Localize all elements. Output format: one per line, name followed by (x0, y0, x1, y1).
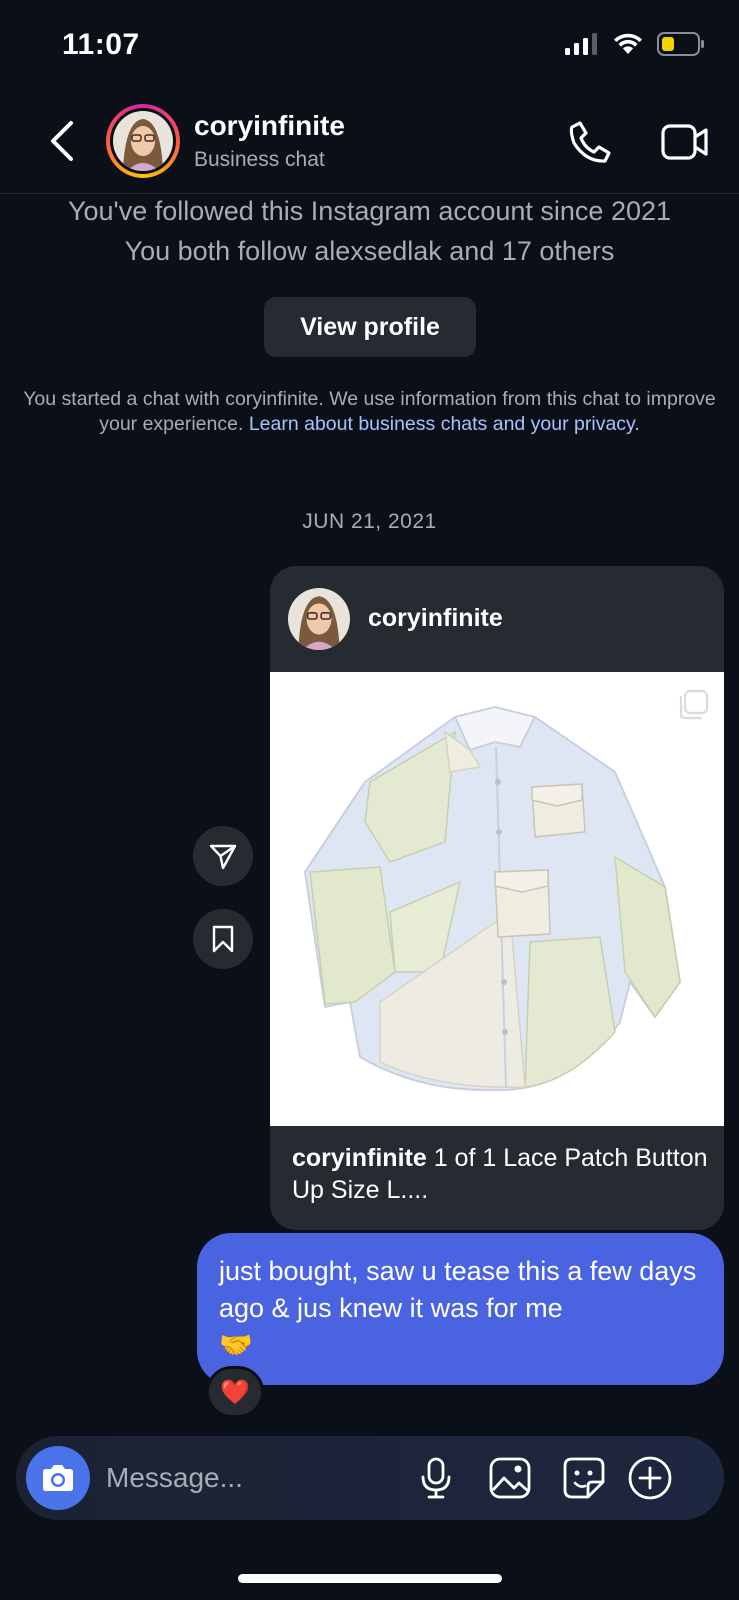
post-image[interactable] (270, 672, 724, 1126)
carousel-icon (679, 689, 709, 720)
post-caption: coryinfinite 1 of 1 Lace Patch Button Up… (292, 1142, 712, 1206)
status-icons (565, 32, 705, 56)
business-chat-disclaimer: You started a chat with coryinfinite. We… (14, 387, 725, 437)
message-text: just bought, saw u tease this a few days… (219, 1256, 697, 1323)
back-arrow-icon (51, 121, 73, 161)
audio-call-button[interactable] (566, 118, 614, 166)
gallery-button[interactable] (486, 1454, 534, 1502)
sticker-icon (563, 1457, 605, 1499)
status-time: 11:07 (62, 28, 140, 61)
shared-post-card[interactable]: coryinfinite coryinfinite 1 of 1 Lace Pa… (270, 566, 724, 1230)
shirt-image (303, 705, 682, 1092)
back-button[interactable] (42, 116, 82, 166)
status-bar: 11:07 (0, 0, 739, 90)
privacy-link[interactable]: Learn about business chats and your priv… (249, 413, 635, 435)
plus-icon (628, 1456, 672, 1500)
battery-icon (657, 32, 704, 56)
gallery-icon (489, 1457, 531, 1499)
signal-icon (565, 33, 597, 55)
camera-button[interactable] (26, 1446, 90, 1510)
privacy-link-tail: . (634, 413, 640, 435)
chat-header: coryinfinite Business chat (0, 96, 739, 194)
post-username[interactable]: coryinfinite (368, 604, 503, 633)
post-avatar[interactable] (288, 588, 350, 650)
post-header[interactable]: coryinfinite (270, 566, 724, 672)
more-button[interactable] (626, 1454, 674, 1502)
date-separator: JUN 21, 2021 (302, 510, 437, 533)
bookmark-icon (212, 925, 234, 953)
message-input[interactable] (106, 1456, 386, 1500)
camera-icon (43, 1465, 73, 1491)
sent-message-bubble[interactable]: just bought, saw u tease this a few days… (197, 1233, 724, 1385)
share-button[interactable] (193, 826, 253, 886)
avatar[interactable] (106, 104, 180, 178)
paper-plane-icon (209, 844, 237, 870)
heart-reaction[interactable]: ❤️ (206, 1366, 264, 1418)
avatar-image (113, 111, 173, 171)
view-profile-button[interactable]: View profile (264, 297, 476, 357)
save-button[interactable] (193, 909, 253, 969)
heart-icon: ❤️ (220, 1378, 250, 1406)
caption-username[interactable]: coryinfinite (292, 1144, 427, 1172)
message-composer (16, 1436, 724, 1520)
message-emoji: 🤝 (219, 1330, 253, 1360)
sticker-button[interactable] (560, 1454, 608, 1502)
wifi-icon (614, 33, 642, 54)
voice-button[interactable] (412, 1454, 460, 1502)
mutual-follow-text: You both follow alexsedlak and 17 others (124, 236, 615, 266)
home-indicator[interactable] (238, 1574, 502, 1583)
header-username[interactable]: coryinfinite (194, 110, 345, 142)
video-camera-icon (661, 124, 708, 160)
header-subtitle: Business chat (194, 148, 325, 171)
follow-since-text: You've followed this Instagram account s… (67, 196, 672, 226)
phone-icon (569, 121, 611, 163)
video-call-button[interactable] (660, 120, 710, 164)
microphone-icon (421, 1457, 451, 1499)
